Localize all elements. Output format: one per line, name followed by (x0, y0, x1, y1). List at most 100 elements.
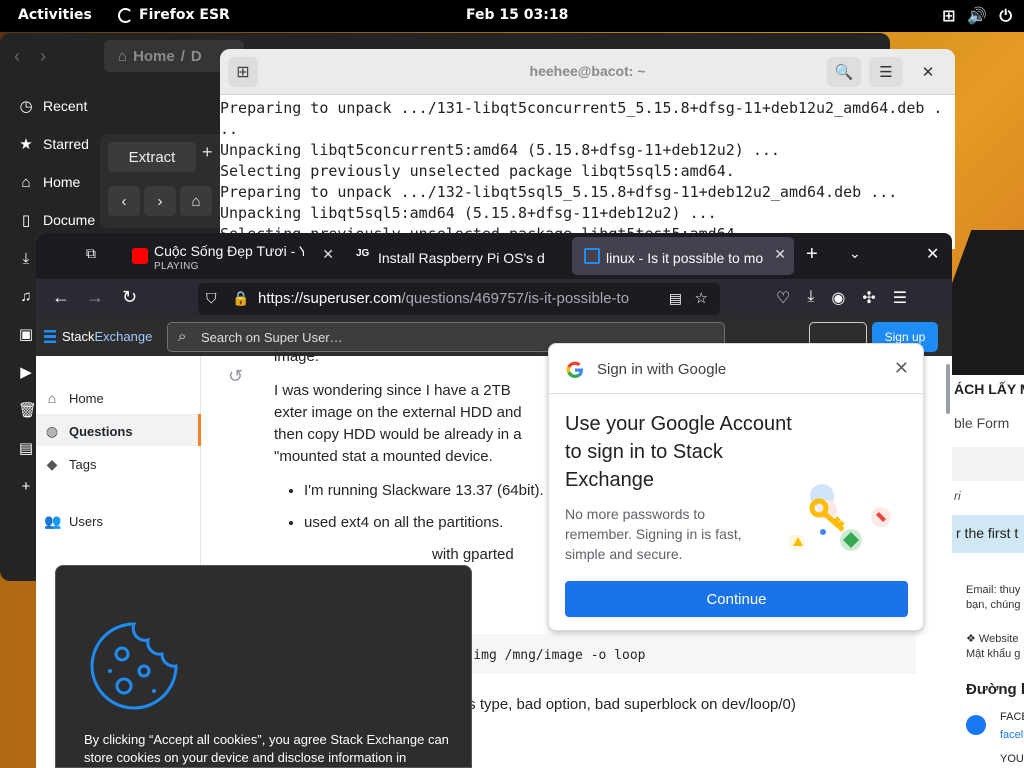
extract-button[interactable]: Extract (108, 142, 196, 172)
terminal-line: Unpacking libqt5concurrent5:amd64 (5.15.… (220, 141, 780, 159)
background-toolbar (948, 447, 1024, 481)
forward-icon[interactable]: › (40, 46, 46, 67)
clock-icon: ◷ (19, 98, 33, 115)
continue-button[interactable]: Continue (565, 581, 908, 617)
tab-playing-label: PLAYING (154, 261, 199, 272)
tab-raspberry[interactable]: JG Install Raspberry Pi OS's d (344, 237, 566, 275)
terminal-line: .. (220, 120, 239, 138)
back-icon[interactable]: ‹ (14, 46, 20, 67)
youtube-icon (132, 248, 148, 264)
search-placeholder: Search on Super User… (201, 330, 343, 345)
tag-icon: ◆ (46, 456, 58, 472)
breadcrumb-home[interactable]: Home (133, 48, 175, 65)
menu-icon[interactable]: ☰ (893, 288, 907, 308)
url-bar[interactable]: ⛉ 🔒 https://superuser.com/questions/4697… (198, 283, 720, 315)
forward-icon[interactable]: › (144, 186, 176, 216)
tab-title: Install Raspberry Pi OS's d (378, 250, 545, 266)
pocket-icon[interactable]: ♡ (776, 288, 790, 308)
firefox-icon (118, 7, 133, 23)
tab-superuser[interactable]: linux - Is it possible to mo ✕ (572, 237, 794, 275)
forward-icon[interactable]: → (86, 287, 104, 308)
breadcrumb-next[interactable]: D (191, 48, 202, 65)
background-window: ÁCH LẤY M ble Form ri r the first t Emai… (948, 375, 1024, 768)
background-menu: ble Form (954, 415, 1010, 431)
stackexchange-logo[interactable]: StackExchange (44, 329, 152, 344)
close-tab-icon[interactable]: ✕ (322, 246, 334, 263)
reload-icon[interactable]: ↻ (122, 287, 137, 308)
picture-icon: ▣ (18, 326, 34, 343)
close-icon[interactable]: ✕ (911, 57, 945, 87)
account-icon[interactable]: ◉ (831, 288, 845, 308)
shield-icon[interactable]: ⛉ (206, 290, 217, 307)
cookie-icon (90, 622, 178, 710)
terminal-headerbar: ⊞ heehee@bacot: ~ 🔍 ☰ ✕ (220, 49, 955, 95)
background-text: YOU (1000, 753, 1024, 765)
bookmark-star-icon[interactable]: ☆ (695, 289, 708, 307)
tab-title: Cuộc Sống Đẹp Tươi - You (154, 243, 304, 259)
key-illustration-icon (789, 484, 891, 551)
background-link[interactable]: facel (1000, 729, 1023, 741)
close-tab-icon[interactable]: ✕ (774, 246, 786, 263)
url-text[interactable]: https://superuser.com/questions/469757/i… (258, 290, 658, 307)
star-icon: ★ (19, 136, 33, 153)
extensions-icon[interactable]: ✣ (862, 288, 875, 308)
download-icon[interactable]: ⤓ (807, 288, 814, 308)
add-icon[interactable]: + (202, 142, 213, 163)
users-icon: 👥 (44, 513, 62, 529)
terminal-window: ⊞ heehee@bacot: ~ 🔍 ☰ ✕ Preparing to unp… (220, 49, 955, 249)
breadcrumb-separator: / (180, 47, 185, 65)
nav-tags[interactable]: ◆ Tags (44, 456, 97, 473)
post-text: I was wondering since I have a 2TB exter… (274, 382, 522, 465)
scrollbar[interactable] (946, 364, 950, 414)
tab-youtube[interactable]: Cuộc Sống Đẹp Tươi - You PLAYING ✕ (120, 237, 342, 275)
close-window-icon[interactable]: ✕ (926, 244, 939, 264)
search-icon[interactable]: 🔍 (827, 57, 861, 87)
terminal-line: Unpacking libqt5sql5:amd64 (5.15.8+dfsg-… (220, 204, 717, 222)
sidebar-item-label: Home (43, 174, 81, 190)
back-icon[interactable]: ‹ (108, 186, 140, 216)
background-heading: ÁCH LẤY M (954, 381, 1024, 397)
chevron-down-icon[interactable]: ⌄ (849, 245, 861, 262)
facebook-icon (966, 715, 986, 735)
navigation-toolbar: ← → ↻ ⛉ 🔒 https://superuser.com/question… (36, 279, 952, 319)
terminal-line: Selecting previously unselected package … (220, 162, 735, 180)
network-icon: ⊞ (942, 6, 956, 25)
history-icon[interactable]: ↺ (228, 366, 243, 387)
sidebar-item-label: Starred (43, 136, 89, 152)
background-text: ri (954, 489, 961, 503)
google-icon (566, 361, 583, 378)
activities-button[interactable]: Activities (18, 7, 92, 23)
new-tab-icon[interactable]: + (806, 243, 818, 266)
google-signin-popup: Sign in with Google ✕ Use your Google Ac… (548, 343, 925, 631)
sidebar-item-label: Recent (43, 98, 88, 114)
nav-users[interactable]: 👥 Users (44, 513, 103, 530)
drive-icon: ▤ (18, 440, 34, 457)
terminal-output[interactable]: Preparing to unpack .../131-libqt5concur… (220, 95, 955, 245)
nav-questions[interactable]: ◍ Questions (44, 423, 133, 440)
video-icon: ▶ (20, 364, 32, 381)
cookie-consent-dialog: By clicking “Accept all cookies”, you ag… (55, 565, 472, 768)
search-icon: ⌕ (178, 328, 187, 345)
sidebar-item-home[interactable]: ⌂ Home (0, 163, 110, 201)
app-menu[interactable]: Firefox ESR (118, 7, 230, 23)
clock[interactable]: Feb 15 03:18 (466, 7, 568, 23)
reader-view-icon[interactable]: ▤ (669, 290, 682, 307)
lock-icon[interactable]: 🔒 (232, 290, 249, 307)
nav-home[interactable]: ⌂ Home (44, 390, 104, 406)
system-status[interactable]: ⊞ 🔊 ⏻ (942, 6, 1012, 26)
background-text: r the first t (956, 525, 1019, 541)
tab-list-icon[interactable]: ⧉ (86, 245, 106, 265)
superuser-icon (584, 248, 600, 264)
volume-icon: 🔊 (967, 6, 988, 25)
background-text: FACE (1000, 711, 1024, 723)
google-signin-header: Sign in with Google ✕ (549, 344, 925, 394)
menu-icon[interactable]: ☰ (869, 57, 903, 87)
google-signin-header-text: Sign in with Google (597, 361, 727, 378)
home-icon: ⌂ (47, 390, 57, 406)
sidebar-item-starred[interactable]: ★ Starred (0, 125, 110, 163)
sidebar-item-recent[interactable]: ◷ Recent (0, 87, 110, 125)
close-icon[interactable]: ✕ (894, 358, 909, 379)
home-icon[interactable]: ⌂ (180, 186, 212, 216)
stackexchange-logo-icon (44, 330, 56, 343)
back-icon[interactable]: ← (52, 287, 70, 308)
